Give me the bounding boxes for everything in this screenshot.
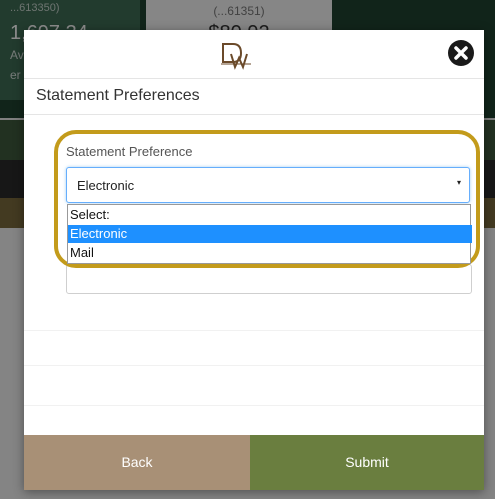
statement-email-field[interactable] <box>66 264 472 294</box>
divider <box>24 365 484 366</box>
modal-title: Statement Preferences <box>36 87 200 104</box>
divider <box>24 405 484 406</box>
divider <box>24 114 484 115</box>
modal-header <box>24 30 484 79</box>
divider <box>24 330 484 331</box>
select-value: Electronic <box>77 178 135 193</box>
statement-preferences-modal: Statement Preferences Statement Preferen… <box>24 30 484 490</box>
statement-preference-label: Statement Preference <box>66 144 193 159</box>
dropdown-list: Select: Electronic Mail <box>67 204 472 264</box>
back-button[interactable]: Back <box>24 435 250 490</box>
caret-down-icon: ▾ <box>456 178 461 187</box>
dropdown-option-electronic[interactable]: Electronic <box>68 225 472 243</box>
dropdown-option-mail[interactable]: Mail <box>68 244 472 262</box>
submit-button[interactable]: Submit <box>250 435 484 490</box>
dropdown-option-select[interactable]: Select: <box>68 206 472 224</box>
dw-logo-icon <box>219 40 253 70</box>
statement-preference-select[interactable]: Electronic ▾ <box>66 167 470 203</box>
close-icon[interactable] <box>448 40 474 66</box>
